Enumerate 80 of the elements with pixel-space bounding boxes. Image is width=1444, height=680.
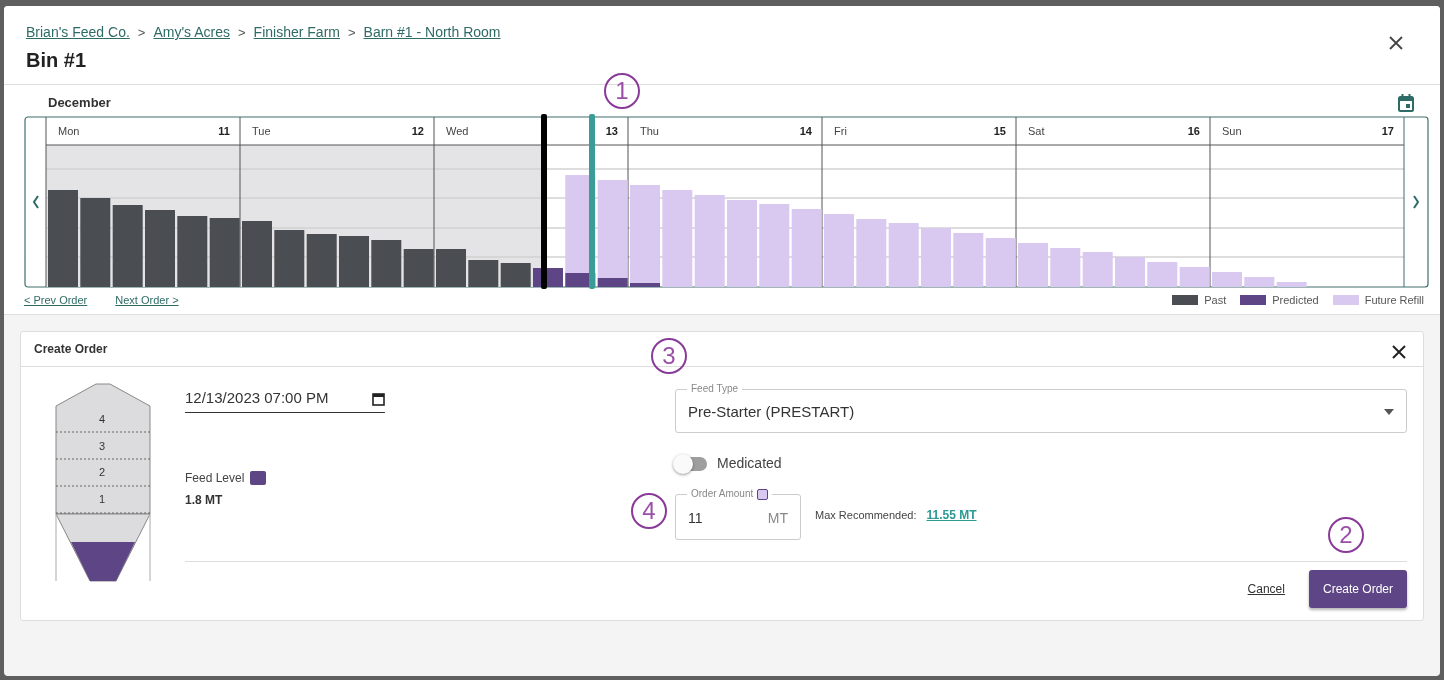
callout-number: 3	[651, 338, 687, 374]
max-recommended-link[interactable]: 11.55 MT	[926, 508, 977, 522]
section-number: 4	[98, 413, 106, 425]
breadcrumb-separator: >	[347, 23, 356, 42]
refill-bar	[953, 233, 984, 287]
callout-number: 2	[1328, 517, 1364, 553]
calendar-icon[interactable]	[1398, 94, 1414, 112]
field-value: Pre-Starter (PRESTART)	[688, 401, 855, 422]
order-amount-field[interactable]: Order Amount 11 MT	[675, 488, 801, 540]
date-label: 11	[218, 125, 230, 137]
unit-label: MT	[767, 508, 788, 528]
refill-bar	[1147, 262, 1178, 287]
refill-bar	[1018, 243, 1048, 287]
callout-number: 4	[631, 493, 667, 529]
date-label: 15	[993, 125, 1006, 137]
past-bar	[274, 230, 305, 287]
feed-type-dropdown[interactable]: Feed Type Pre-Starter (PRESTART)	[675, 383, 1407, 433]
breadcrumb-link[interactable]: Amy's Acres	[153, 22, 230, 43]
date-field[interactable]: 12/13/2023 07:00 PM	[185, 387, 355, 410]
refill-bar	[1179, 267, 1210, 287]
refill-bar	[985, 238, 1016, 287]
past-bar	[371, 240, 402, 287]
legend-label: Predicted	[1272, 293, 1319, 308]
create-order-button[interactable]: Create Order	[1308, 570, 1407, 608]
date-label: 13	[605, 125, 618, 137]
chevron-left-icon[interactable]	[32, 195, 39, 209]
max-recommended-label: Max Recommended:	[815, 509, 917, 521]
breadcrumb-separator: >	[238, 23, 246, 42]
breadcrumb-link[interactable]: Finisher Farm	[253, 22, 340, 43]
breadcrumb-link[interactable]: Barn #1 - North Room	[363, 22, 501, 43]
medicated-toggle[interactable]	[675, 456, 707, 471]
past-bar	[339, 236, 369, 287]
weekday-label: Mon	[58, 125, 80, 137]
order-time-marker[interactable]	[589, 114, 595, 289]
past-bar	[177, 216, 208, 287]
legend-label: Past	[1204, 293, 1227, 308]
weekday-label: Sun	[1222, 125, 1242, 137]
field-label: Order Amount	[691, 488, 754, 499]
card-title: Create Order	[34, 341, 108, 358]
section-number: 2	[98, 466, 106, 479]
date-label: 12	[411, 125, 424, 137]
chevron-right-icon[interactable]	[1413, 195, 1420, 209]
weekday-label: Fri	[834, 125, 847, 137]
cancel-link[interactable]: Cancel	[1247, 580, 1285, 598]
weekday-label: Tue	[252, 125, 271, 137]
legend-swatch	[757, 488, 769, 500]
legend-swatch	[250, 471, 267, 485]
refill-bar	[888, 223, 919, 287]
predicted-bar	[630, 283, 660, 287]
refill-bar	[1082, 252, 1113, 287]
section-number: 1	[98, 493, 106, 506]
weekday-label: Wed	[446, 125, 469, 137]
section-number: 3	[98, 439, 106, 452]
past-bar	[500, 263, 531, 287]
past-bar	[306, 234, 337, 287]
refill-bar	[1212, 272, 1242, 287]
callout-number: 1	[604, 73, 640, 109]
caret-icon	[1384, 409, 1394, 415]
month-label: December	[48, 93, 111, 112]
weekday-label: Sat	[1028, 125, 1045, 137]
prev-order-link[interactable]: < Prev Order	[24, 294, 88, 306]
weekday-label: Thu	[640, 125, 659, 137]
calendar-icon[interactable]	[372, 391, 385, 406]
date-label: 17	[1381, 125, 1394, 137]
breadcrumb-separator: >	[137, 23, 146, 42]
field-label: Feed Type	[690, 383, 740, 395]
date-label: 16	[1187, 125, 1200, 137]
date-label: 14	[799, 125, 812, 137]
next-order-link[interactable]: Next Order >	[115, 294, 179, 306]
feed-level-value: 1.8 MT	[185, 492, 224, 509]
refill-bar	[1115, 257, 1145, 287]
refill-bar	[856, 219, 887, 287]
toggle-label: Medicated	[717, 454, 782, 473]
past-bar	[468, 260, 499, 287]
refill-bar	[921, 228, 951, 287]
feed-level-label: Feed Level	[185, 470, 245, 487]
dialog-title: Bin #1	[26, 48, 88, 73]
breadcrumb-link[interactable]: Brian's Feed Co.	[26, 22, 130, 43]
legend-label: Future Refill	[1364, 293, 1424, 308]
refill-bar	[1050, 248, 1081, 287]
